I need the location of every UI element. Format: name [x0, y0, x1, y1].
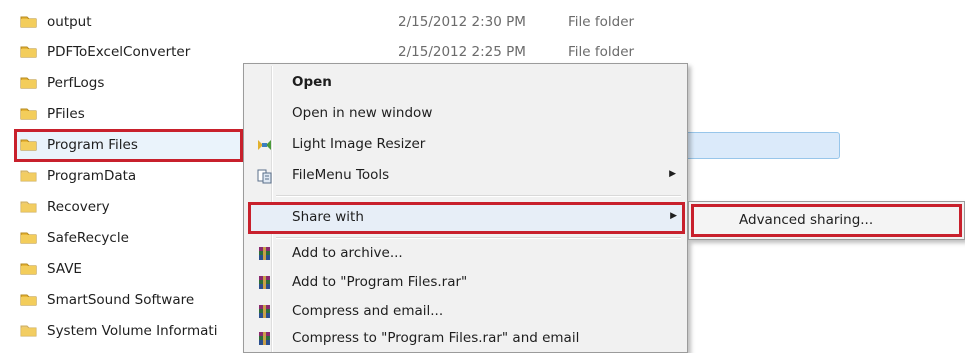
file-name: PFiles: [47, 106, 85, 122]
file-name: PDFToExcelConverter: [47, 44, 191, 60]
menu-item-label: Open in new window: [292, 105, 433, 121]
submenu-arrow-icon: ▶: [669, 169, 676, 179]
file-name: Program Files: [47, 137, 138, 153]
file-name: SAVE: [47, 261, 82, 277]
filemenu-tools-icon: [256, 168, 273, 184]
menu-item-open-new-window[interactable]: Open in new window: [248, 100, 685, 128]
menu-item-open[interactable]: Open: [248, 69, 685, 97]
context-menu: Open Open in new window Light Image Resi…: [243, 63, 688, 353]
file-date: 2/15/2012 2:30 PM: [398, 14, 526, 30]
submenu-arrow-icon: ▶: [670, 211, 677, 221]
image-resizer-icon: [256, 137, 273, 153]
menu-item-light-image-resizer[interactable]: Light Image Resizer: [248, 131, 685, 159]
folder-icon: [20, 14, 37, 28]
menu-item-label: Compress to "Program Files.rar" and emai…: [292, 330, 580, 346]
menu-item-filemenu-tools[interactable]: FileMenu Tools ▶: [248, 162, 685, 190]
folder-icon: [20, 199, 37, 213]
file-name: output: [47, 14, 92, 30]
winrar-archive-icon: [256, 275, 273, 291]
menu-item-label: Compress and email...: [292, 303, 444, 319]
menu-item-compress-email[interactable]: Compress and email...: [248, 298, 685, 326]
menu-item-advanced-sharing[interactable]: Advanced sharing...: [691, 204, 962, 237]
menu-item-label: Light Image Resizer: [292, 136, 426, 152]
folder-icon: [20, 75, 37, 89]
winrar-archive-icon: [256, 331, 273, 347]
menu-item-label: Advanced sharing...: [739, 212, 874, 228]
menu-item-add-to-rar[interactable]: Add to "Program Files.rar": [248, 269, 685, 297]
file-date: 2/15/2012 2:25 PM: [398, 44, 526, 60]
file-name: SafeRecycle: [47, 230, 129, 246]
folder-icon: [20, 292, 37, 306]
share-submenu: Advanced sharing...: [688, 201, 965, 240]
menu-item-label: Add to archive...: [292, 245, 403, 261]
menu-item-compress-rar-email[interactable]: Compress to "Program Files.rar" and emai…: [248, 325, 685, 353]
menu-separator: [276, 237, 681, 239]
menu-item-label: Open: [292, 74, 332, 90]
file-name: SmartSound Software: [47, 292, 195, 308]
file-type: File folder: [568, 44, 635, 60]
menu-separator: [276, 195, 681, 197]
folder-icon: [20, 137, 37, 151]
file-name: ProgramData: [47, 168, 137, 184]
folder-icon: [20, 168, 37, 182]
file-row[interactable]: output 2/15/2012 2:30 PM File folder: [0, 8, 965, 38]
folder-icon: [20, 323, 37, 337]
menu-item-label: Add to "Program Files.rar": [292, 274, 468, 290]
file-type: File folder: [568, 14, 635, 30]
file-name: PerfLogs: [47, 75, 105, 91]
folder-icon: [20, 261, 37, 275]
winrar-archive-icon: [256, 246, 273, 262]
menu-item-add-to-archive[interactable]: Add to archive...: [248, 240, 685, 268]
menu-item-label: FileMenu Tools: [292, 167, 390, 183]
file-name: System Volume Informati: [47, 323, 218, 339]
folder-icon: [20, 44, 37, 58]
menu-item-share-with[interactable]: Share with ▶: [248, 202, 685, 234]
file-name: Recovery: [47, 199, 110, 215]
folder-icon: [20, 106, 37, 120]
winrar-archive-icon: [256, 304, 273, 320]
folder-icon: [20, 230, 37, 244]
menu-item-label: Share with: [292, 209, 364, 225]
